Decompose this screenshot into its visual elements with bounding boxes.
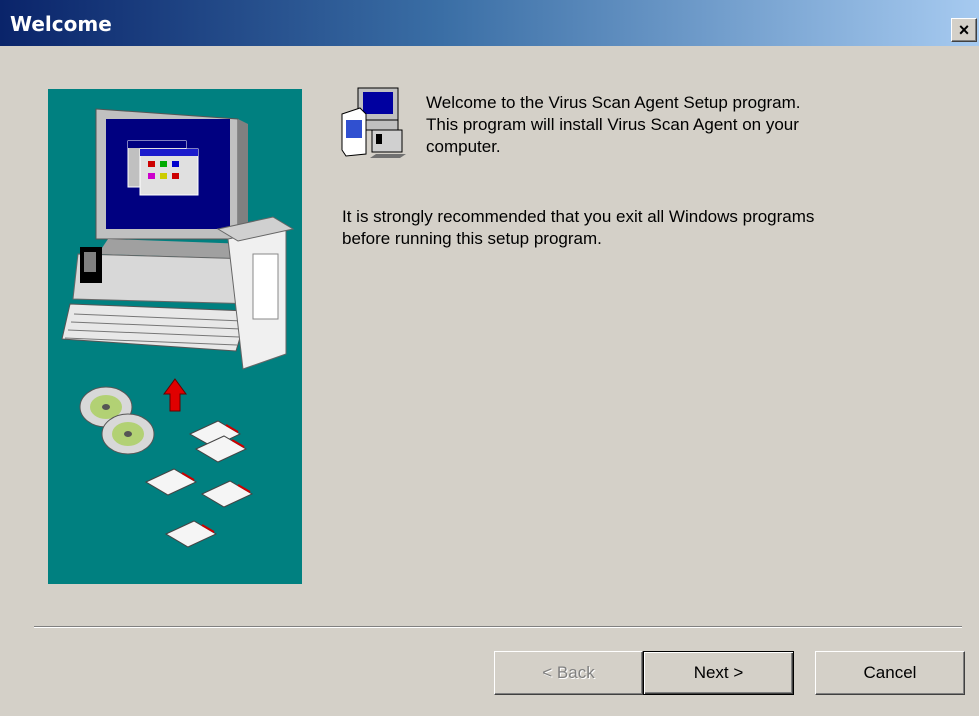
- warning-line: before running this setup program.: [342, 229, 602, 248]
- welcome-line: This program will install Virus Scan Age…: [426, 115, 799, 134]
- button-divider: [34, 626, 962, 628]
- close-icon: ×: [958, 20, 970, 40]
- next-button[interactable]: Next >: [643, 651, 794, 695]
- title-bar: Welcome ×: [0, 0, 979, 46]
- welcome-message: Welcome to the Virus Scan Agent Setup pr…: [426, 92, 946, 158]
- welcome-line: Welcome to the Virus Scan Agent Setup pr…: [426, 93, 801, 112]
- welcome-line: computer.: [426, 137, 501, 156]
- cancel-button[interactable]: Cancel: [815, 651, 965, 695]
- cancel-button-label: Cancel: [863, 663, 917, 682]
- window-title: Welcome: [10, 12, 112, 36]
- close-button[interactable]: ×: [951, 18, 977, 42]
- setup-computer-icon: [336, 84, 410, 158]
- next-button-label: Next >: [693, 663, 744, 682]
- warning-line: It is strongly recommended that you exit…: [342, 207, 815, 226]
- computer-install-illustration: [61, 108, 295, 548]
- back-button-label: < Back: [542, 663, 595, 682]
- setup-illustration: [48, 89, 302, 584]
- back-button[interactable]: < Back: [494, 651, 643, 695]
- exit-programs-warning: It is strongly recommended that you exit…: [342, 206, 957, 250]
